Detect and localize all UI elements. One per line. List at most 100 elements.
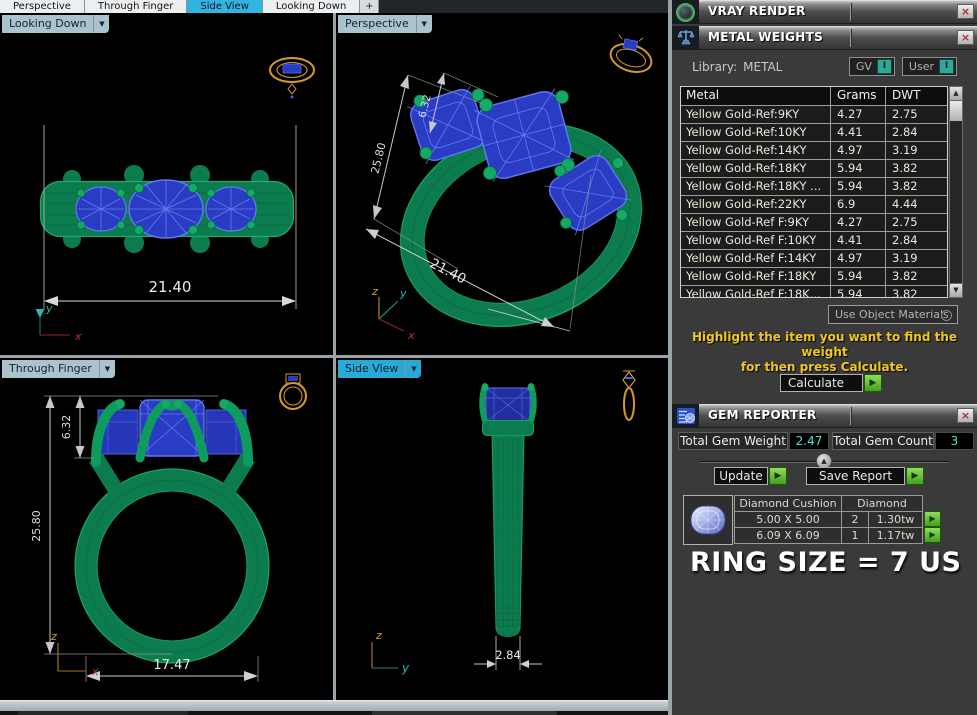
calculate-hint-text: Highlight the item you want to find the … — [672, 330, 977, 375]
total-gem-count-label: Total Gem Count — [832, 432, 934, 450]
tab-looking-down[interactable]: Looking Down — [263, 0, 360, 13]
user-toggle[interactable]: User I — [902, 57, 957, 76]
chevron-down-icon[interactable]: ▼ — [99, 360, 115, 378]
dimension-head-height: 6.32 — [60, 415, 73, 440]
gem-row-size[interactable]: 6.09 X 6.09 — [734, 527, 842, 544]
use-object-materials-label: Use Object Materials — [835, 308, 949, 321]
update-go-icon[interactable]: ▶ — [769, 467, 787, 485]
metal-table-row[interactable]: Yellow Gold-Ref F:18K... 5.94 3.82 — [681, 286, 947, 298]
metal-column-header[interactable]: Metal — [681, 87, 831, 105]
calculate-button[interactable]: Calculate — [780, 374, 863, 392]
close-icon[interactable]: × — [957, 30, 974, 45]
metal-table-row[interactable]: Yellow Gold-Ref:10KY 4.41 2.84 — [681, 124, 947, 142]
ring-size-text: RING SIZE = 7 US — [690, 547, 962, 578]
gem-row-weight: 1.17tw — [868, 527, 923, 544]
close-icon[interactable]: × — [957, 408, 974, 423]
vray-icon — [672, 0, 699, 24]
dwt-column-header[interactable]: DWT — [886, 87, 947, 105]
ring-orientation-icon — [270, 58, 314, 99]
chevron-down-icon[interactable]: ▼ — [405, 360, 421, 378]
viewport-side-view[interactable]: Side View ▼ — [336, 358, 668, 700]
close-icon[interactable]: × — [957, 4, 974, 19]
axis-x-label: x — [91, 665, 99, 678]
axis-x-label: x — [407, 329, 415, 342]
gem-row-go-icon[interactable]: ▶ — [924, 511, 941, 527]
calculate-go-icon[interactable]: ▶ — [864, 374, 882, 392]
metal-table-row[interactable]: Yellow Gold-Ref F:18KY 5.94 3.82 — [681, 268, 947, 286]
gv-toggle-label: GV — [856, 60, 872, 73]
dimension-width: 21.40 — [149, 278, 192, 296]
axis-z-label: z — [50, 630, 57, 643]
bottom-strip — [0, 711, 668, 715]
viewport-label-side-view[interactable]: Side View ▼ — [338, 360, 421, 378]
ring-top-view-drawing: 21.40 y x — [0, 13, 333, 355]
scroll-down-icon[interactable]: ▼ — [950, 283, 962, 297]
dimension-band-width: 2.84 — [495, 648, 521, 662]
use-object-materials-button[interactable]: Use Object Materials — [828, 305, 958, 324]
user-toggle-label: User — [909, 60, 934, 73]
radio-icon[interactable] — [941, 310, 952, 321]
library-toggles: GV I User I — [849, 57, 957, 76]
viewport-region: Perspective Through Finger Side View Loo… — [0, 0, 668, 700]
gv-toggle[interactable]: GV I — [849, 57, 895, 76]
update-button[interactable]: Update — [714, 467, 768, 485]
tab-through-finger[interactable]: Through Finger — [85, 0, 187, 13]
metal-table-scrollbar[interactable]: ▲ ▼ — [949, 86, 963, 298]
gem-type-header: Diamond Cushion — [734, 495, 842, 512]
metal-table-row[interactable]: Yellow Gold-Ref F:14KY 4.97 3.19 — [681, 250, 947, 268]
viewport-perspective[interactable]: Perspective ▼ — [336, 13, 668, 355]
scroll-up-icon[interactable]: ▲ — [950, 87, 962, 101]
metal-table-row[interactable]: Yellow Gold-Ref:14KY 4.97 3.19 — [681, 142, 947, 160]
metal-table-row[interactable]: Yellow Gold-Ref:9KY 4.27 2.75 — [681, 106, 947, 124]
metal-weights-table: Metal Grams DWT Yellow Gold-Ref:9KY 4.27… — [680, 86, 948, 298]
metal-table-row[interactable]: Yellow Gold-Ref:22KY 6.9 4.44 — [681, 196, 947, 214]
axis-z-label: z — [371, 285, 378, 298]
gv-toggle-switch[interactable]: I — [877, 59, 892, 74]
user-toggle-switch[interactable]: I — [939, 59, 954, 74]
save-report-go-icon[interactable]: ▶ — [906, 467, 924, 485]
tab-perspective[interactable]: Perspective — [0, 0, 85, 13]
bottom-strip-segment — [18, 711, 188, 715]
chevron-down-icon[interactable]: ▼ — [93, 15, 109, 33]
metal-table-row[interactable]: Yellow Gold-Ref:18KY ... 5.94 3.82 — [681, 178, 947, 196]
gem-stone-header: Diamond — [841, 495, 923, 512]
metal-table-row[interactable]: Yellow Gold-Ref F:10KY 4.41 2.84 — [681, 232, 947, 250]
viewport-label-text: Side View — [338, 360, 405, 378]
dimension-inner-width: 17.47 — [153, 658, 190, 673]
viewport-label-text: Through Finger — [2, 360, 99, 378]
ring-side-view-drawing: 2.84 z y — [336, 358, 668, 700]
metal-table-row[interactable]: Yellow Gold-Ref:18KY 5.94 3.82 — [681, 160, 947, 178]
gem-row-go-icon[interactable]: ▶ — [924, 527, 941, 543]
gem-row-weight: 1.30tw — [868, 511, 923, 528]
metal-weights-panel-title: METAL WEIGHTS — [708, 30, 823, 44]
viewport-label-through-finger[interactable]: Through Finger ▼ — [2, 360, 115, 378]
viewport-label-perspective[interactable]: Perspective ▼ — [338, 15, 432, 33]
viewport-through-finger[interactable]: Through Finger ▼ — [0, 358, 333, 700]
tab-side-view[interactable]: Side View — [187, 0, 263, 13]
metal-weights-panel-header[interactable]: METAL WEIGHTS × — [672, 26, 977, 50]
gem-row-count: 1 — [841, 527, 869, 544]
gem-row-size[interactable]: 5.00 X 5.00 — [734, 511, 842, 528]
axis-x-label: x — [74, 330, 82, 343]
chevron-down-icon[interactable]: ▼ — [416, 15, 432, 33]
gem-row-count: 2 — [841, 511, 869, 528]
gem-reporter-panel-header[interactable]: GEM REPORTER × — [672, 404, 977, 428]
viewport-label-looking-down[interactable]: Looking Down ▼ — [2, 15, 109, 33]
library-label: Library: — [692, 60, 737, 74]
ring-orientation-icon — [280, 374, 306, 409]
metal-table-row[interactable]: Yellow Gold-Ref F:9KY 4.27 2.75 — [681, 214, 947, 232]
scrollbar-thumb[interactable] — [950, 101, 962, 121]
save-report-button[interactable]: Save Report — [806, 467, 905, 485]
vray-render-panel-header[interactable]: VRAY RENDER × — [672, 0, 977, 24]
total-gem-count-value: 3 — [935, 432, 974, 450]
header-divider — [850, 29, 851, 47]
add-tab-button[interactable]: + — [360, 0, 379, 13]
bottom-strip-segment — [372, 711, 557, 715]
grams-column-header[interactable]: Grams — [831, 87, 886, 105]
scale-icon — [672, 26, 699, 50]
gem-thumbnail[interactable] — [683, 495, 733, 545]
ring-orientation-icon — [623, 371, 635, 420]
axis-y-label: y — [401, 661, 410, 675]
gem-report-icon — [672, 404, 699, 428]
viewport-looking-down[interactable]: Looking Down ▼ — [0, 13, 333, 355]
